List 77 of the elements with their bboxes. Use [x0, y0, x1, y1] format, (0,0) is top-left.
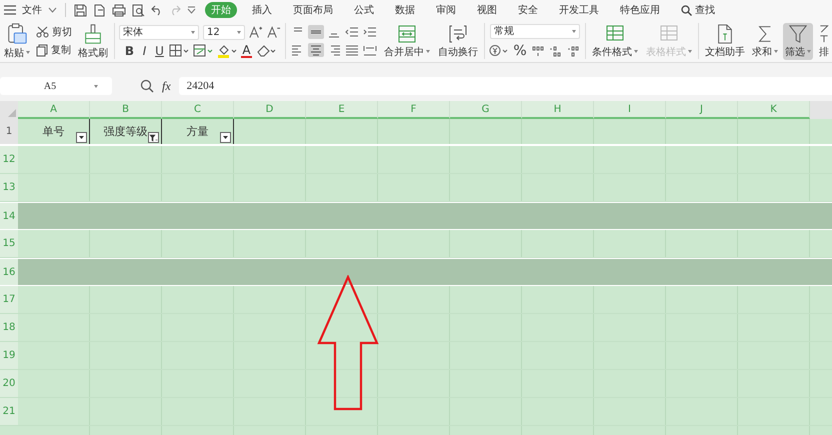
table-grid-icon [605, 24, 625, 44]
zoom-icon[interactable] [140, 79, 154, 93]
cell-format-icon[interactable] [193, 44, 213, 57]
row-header[interactable]: 1 [0, 119, 18, 144]
undo-icon[interactable] [151, 4, 163, 16]
font-name-dropdown[interactable]: 宋体 [119, 24, 199, 40]
increase-font-icon[interactable] [249, 25, 263, 39]
copy-icon [36, 44, 48, 56]
save-icon[interactable] [74, 4, 87, 16]
copy-button[interactable]: 复制 [36, 43, 72, 57]
export-icon[interactable] [93, 4, 106, 16]
font-size-dropdown[interactable]: 12 [203, 24, 245, 40]
function-label[interactable]: fx [162, 78, 171, 94]
number-format-dropdown[interactable]: 常规 [490, 24, 580, 38]
tool-button[interactable]: 排 [816, 22, 832, 60]
header-text: 方量 [186, 124, 208, 139]
document-icon [716, 24, 734, 44]
tool-button[interactable]: 文档助手 [703, 22, 747, 60]
name-box[interactable]: A5 [0, 77, 112, 95]
merge-center-button[interactable]: 合并居中 [382, 22, 432, 60]
sort-icon [818, 24, 830, 44]
ribbon-tab[interactable]: 插入 [246, 2, 278, 18]
distribute-icon[interactable] [362, 43, 378, 57]
ribbon-tab[interactable]: 视图 [471, 2, 503, 18]
percent-button[interactable]: % [513, 42, 527, 58]
header-text: 强度等级 [104, 124, 148, 139]
ribbon-tab[interactable]: 公式 [348, 2, 380, 18]
font-style-button[interactable]: U [154, 44, 165, 58]
ribbon-tab[interactable]: 安全 [512, 2, 544, 18]
font-style-button[interactable]: I [139, 44, 150, 58]
font-style-button[interactable]: B [124, 44, 135, 58]
more-icon[interactable] [187, 6, 196, 14]
fill-color-icon[interactable] [217, 44, 237, 58]
decrease-indent-icon[interactable] [344, 25, 360, 39]
scissors-icon [36, 26, 49, 38]
increase-decimal-icon[interactable] [549, 44, 563, 56]
thousands-separator-icon[interactable] [531, 44, 545, 56]
paint-brush-icon [83, 22, 103, 44]
justify-icon[interactable] [344, 43, 360, 57]
paste-button[interactable]: 粘贴 [2, 22, 32, 60]
increase-indent-icon[interactable] [362, 25, 378, 39]
wrap-text-button[interactable]: 自动换行 [436, 22, 480, 60]
file-menu[interactable]: 文件 [22, 3, 42, 17]
borders-icon[interactable] [169, 44, 189, 57]
filter-dropdown-icon[interactable] [76, 132, 87, 143]
clipboard-icon [6, 22, 28, 44]
formula-input[interactable]: 24204 [178, 77, 832, 95]
merge-cells-icon [397, 24, 417, 44]
decrease-font-icon[interactable] [267, 25, 281, 39]
font-color-button[interactable]: A [241, 44, 252, 58]
chevron-down-icon[interactable] [48, 7, 57, 13]
ribbon-tab[interactable]: 开发工具 [553, 2, 605, 18]
filter-applied-icon[interactable] [148, 132, 159, 143]
eraser-icon[interactable] [256, 44, 276, 57]
print-preview-icon[interactable] [132, 4, 145, 16]
tool-button[interactable]: 筛选 [783, 22, 813, 60]
search-icon [681, 4, 692, 16]
decrease-decimal-icon[interactable] [567, 44, 581, 56]
ribbon-tab[interactable]: 数据 [389, 2, 421, 18]
currency-icon[interactable] [489, 44, 509, 57]
menu-icon[interactable] [4, 5, 16, 15]
search-button[interactable]: 查找 [675, 2, 721, 18]
filter-icon [788, 24, 808, 44]
table-grid-icon [659, 24, 679, 44]
filter-dropdown-icon[interactable] [220, 132, 231, 143]
align-middle-icon[interactable] [308, 25, 324, 39]
cut-button[interactable]: 剪切 [36, 25, 72, 39]
format-painter-button[interactable]: 格式刷 [76, 22, 110, 60]
wrap-text-icon [448, 24, 468, 44]
ribbon-tab[interactable]: 特色应用 [614, 2, 666, 18]
ribbon-tab[interactable]: 审阅 [430, 2, 462, 18]
ribbon-tab[interactable]: 页面布局 [287, 2, 339, 18]
align-center-icon[interactable] [308, 43, 324, 57]
tool-button[interactable]: 求和 [750, 22, 780, 60]
style-button[interactable]: 条件格式 [590, 22, 640, 60]
header-text: 单号 [42, 124, 64, 139]
print-icon[interactable] [112, 4, 126, 16]
